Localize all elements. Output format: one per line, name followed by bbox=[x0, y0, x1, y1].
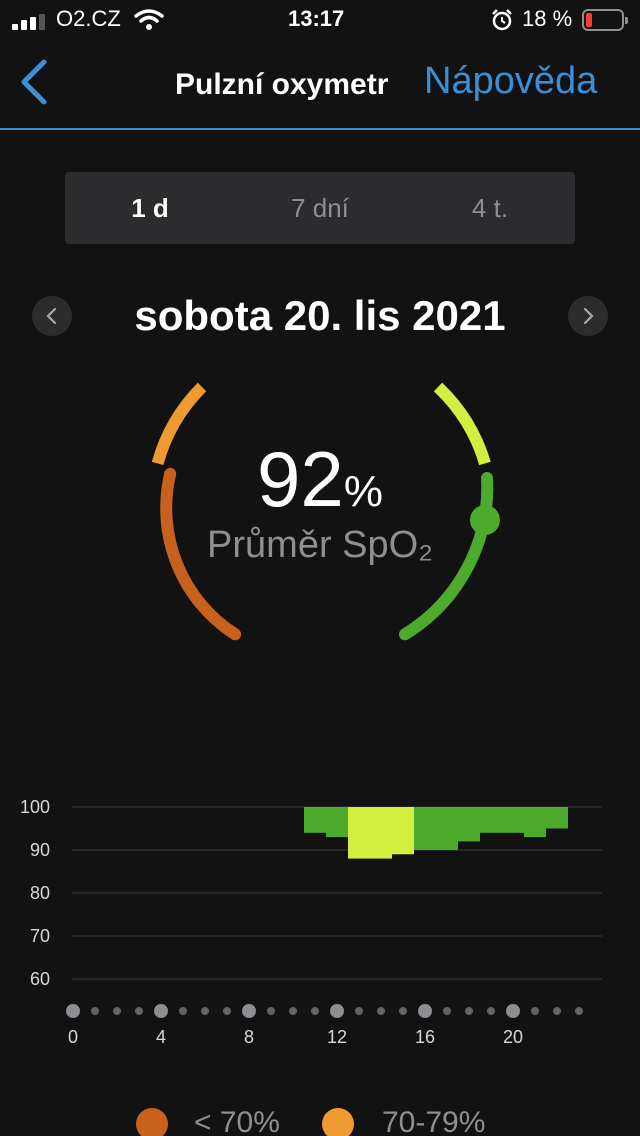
x-tick-label: 16 bbox=[415, 1027, 435, 1047]
bar bbox=[392, 807, 414, 855]
hour-dot bbox=[553, 1007, 561, 1015]
y-tick-label: 60 bbox=[30, 969, 50, 989]
legend: < 70% 70-79% bbox=[0, 1100, 640, 1136]
period-tabs: 1 d 7 dní 4 t. bbox=[65, 172, 575, 244]
date-title: sobota 20. lis 2021 bbox=[134, 292, 506, 339]
bar bbox=[546, 807, 568, 829]
hour-dot bbox=[201, 1007, 209, 1015]
y-tick-label: 70 bbox=[30, 926, 50, 946]
hour-dot bbox=[66, 1004, 80, 1018]
help-button[interactable]: Nápověda bbox=[424, 60, 597, 103]
hour-dot bbox=[91, 1007, 99, 1015]
x-tick-label: 0 bbox=[68, 1027, 78, 1047]
nav-bar: Pulzní oxymetr Nápověda bbox=[0, 40, 640, 130]
tab-4-weeks[interactable]: 4 t. bbox=[405, 172, 575, 244]
hour-dot bbox=[179, 1007, 187, 1015]
hour-dot bbox=[289, 1007, 297, 1015]
y-tick-label: 80 bbox=[30, 883, 50, 903]
hour-dot bbox=[377, 1007, 385, 1015]
y-tick-label: 100 bbox=[20, 797, 50, 817]
carrier-name: O2.CZ bbox=[56, 6, 121, 31]
bar bbox=[458, 807, 480, 842]
hour-dot bbox=[575, 1007, 583, 1015]
hour-dot bbox=[154, 1004, 168, 1018]
bar bbox=[480, 807, 524, 833]
average-value: 92% bbox=[0, 434, 640, 525]
page-title: Pulzní oxymetr bbox=[175, 68, 389, 101]
clock: 13:17 bbox=[288, 6, 345, 31]
tab-7-days[interactable]: 7 dní bbox=[235, 172, 405, 244]
x-tick-label: 20 bbox=[503, 1027, 523, 1047]
chevron-left-icon[interactable] bbox=[10, 52, 60, 112]
x-tick-label: 12 bbox=[327, 1027, 347, 1047]
hour-dot bbox=[355, 1007, 363, 1015]
hour-dot bbox=[330, 1004, 344, 1018]
next-day-button[interactable] bbox=[568, 296, 608, 336]
y-tick-label: 90 bbox=[30, 840, 50, 860]
x-tick-label: 8 bbox=[244, 1027, 254, 1047]
hour-dot bbox=[267, 1007, 275, 1015]
legend-label-below-70: < 70% bbox=[194, 1106, 280, 1136]
bar bbox=[304, 807, 326, 833]
hour-dot bbox=[242, 1004, 256, 1018]
legend-dot-below-70 bbox=[136, 1108, 168, 1136]
hour-dot bbox=[506, 1004, 520, 1018]
status-bar: O2.CZ 13:17 18 % bbox=[0, 0, 640, 40]
x-tick-label: 4 bbox=[156, 1027, 166, 1047]
hour-dot bbox=[465, 1007, 473, 1015]
hour-dot bbox=[135, 1007, 143, 1015]
bar bbox=[348, 807, 392, 859]
hour-dot bbox=[418, 1004, 432, 1018]
hour-dot bbox=[443, 1007, 451, 1015]
legend-dot-70-79 bbox=[322, 1108, 354, 1136]
legend-label-70-79: 70-79% bbox=[382, 1106, 486, 1136]
hour-dot bbox=[531, 1007, 539, 1015]
bar bbox=[414, 807, 458, 850]
average-unit: % bbox=[343, 467, 383, 516]
hour-dot bbox=[223, 1007, 231, 1015]
hour-dot bbox=[399, 1007, 407, 1015]
hour-dot bbox=[487, 1007, 495, 1015]
bar bbox=[524, 807, 546, 838]
tab-1-day[interactable]: 1 d bbox=[65, 172, 235, 244]
spo2-chart: 60 70 80 90 100 0 4 8 12 16 20 bbox=[20, 797, 602, 1047]
alarm-clock-icon bbox=[492, 9, 512, 31]
average-label: Průměr SpO₂ bbox=[207, 524, 433, 566]
hour-dot bbox=[311, 1007, 319, 1015]
bar bbox=[326, 807, 348, 838]
battery-percent: 18 % bbox=[522, 6, 573, 31]
battery-icon bbox=[582, 9, 628, 31]
average-number: 92 bbox=[257, 435, 344, 523]
wifi-icon bbox=[134, 9, 164, 30]
signal-strength-icon bbox=[12, 14, 46, 30]
hour-dot bbox=[113, 1007, 121, 1015]
